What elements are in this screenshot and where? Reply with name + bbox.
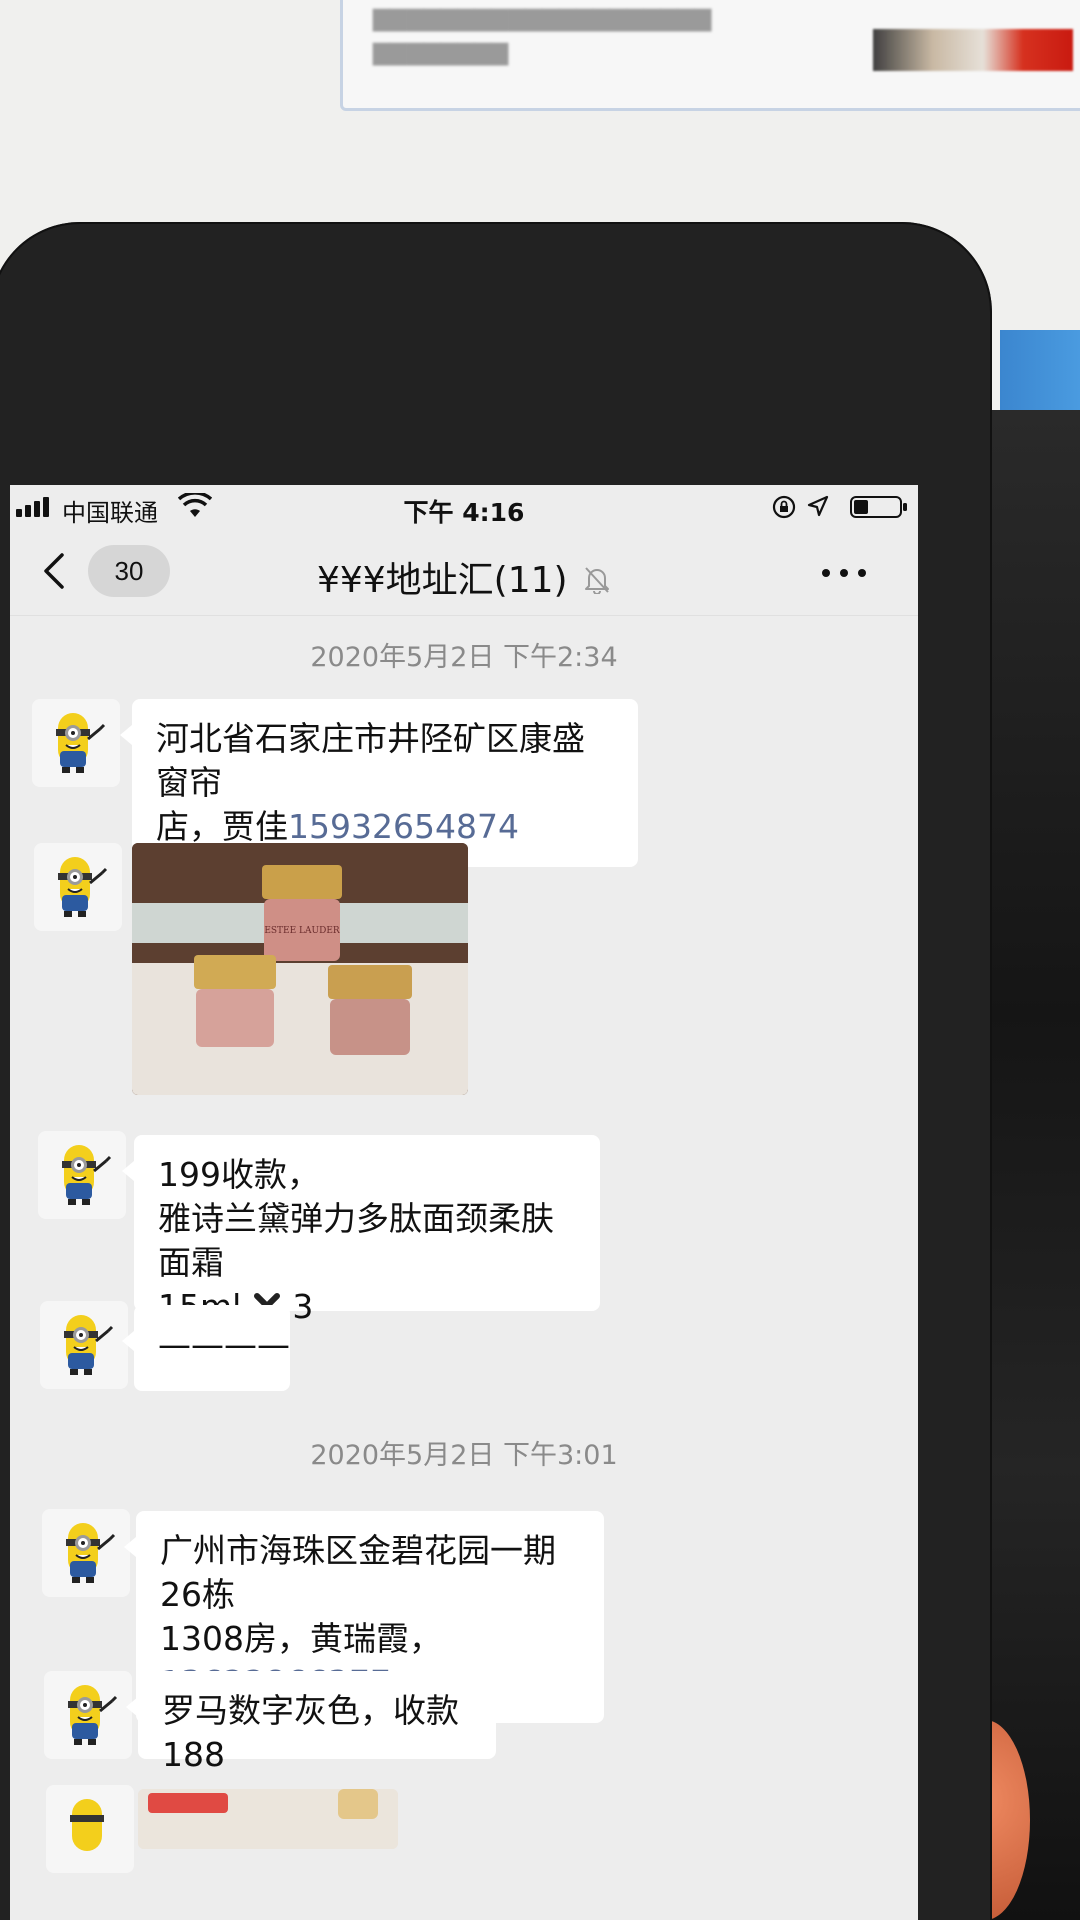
message-line: 199收款，: [158, 1155, 320, 1194]
message-text: 店，贾佳: [156, 807, 288, 846]
monitor-thumbnail: [873, 29, 1073, 71]
location-arrow-icon: [807, 495, 829, 517]
avatar[interactable]: [34, 843, 122, 931]
avatar[interactable]: [38, 1131, 126, 1219]
message-bubble[interactable]: 199收款， 雅诗兰黛弹力多肽面颈柔肤面霜 15ml 3: [122, 1135, 600, 1326]
dot-icon: [840, 569, 848, 577]
chat-title-text: ¥¥¥地址汇(11): [316, 560, 568, 601]
product-photo: ESTEE LAUDER: [132, 843, 468, 1095]
avatar[interactable]: [42, 1509, 130, 1597]
avatar[interactable]: [40, 1301, 128, 1389]
chat-nav-bar: 30 ¥¥¥地址汇(11): [10, 529, 918, 616]
phone-number-link[interactable]: 15932654874: [288, 807, 519, 846]
image-message[interactable]: ESTEE LAUDER: [132, 843, 468, 1095]
minion-avatar-icon: [38, 1131, 126, 1219]
mute-bell-icon: [585, 567, 610, 594]
monitor-news-card: ▇▇▇▇▇▇▇▇▇▇▇▇▇▇▇▇▇▇▇▇ ▇▇▇▇▇▇▇▇: [340, 0, 1080, 111]
battery-icon: [850, 496, 907, 518]
jar-brand-text: ESTEE LAUDER: [264, 926, 340, 936]
avatar[interactable]: [32, 699, 120, 787]
message-timestamp: 2020年5月2日 下午3:01: [310, 1440, 618, 1471]
message-line: 广州市海珠区金碧花园一期26栋: [160, 1531, 556, 1614]
minion-avatar-icon: [46, 1785, 134, 1873]
message-line: 雅诗兰黛弹力多肽面颈柔肤面霜: [158, 1199, 554, 1282]
minion-avatar-icon: [44, 1671, 132, 1759]
message-text: 1308房，黄瑞霞，: [160, 1619, 442, 1658]
message-text: 3: [292, 1287, 314, 1326]
message-bubble[interactable]: 罗马数字灰色，收款188: [126, 1671, 496, 1774]
message-line: 河北省石家庄市井陉矿区康盛窗帘: [156, 719, 585, 802]
message-line: ————: [158, 1325, 290, 1364]
message-bubble[interactable]: ————: [122, 1305, 290, 1391]
minion-avatar-icon: [42, 1509, 130, 1597]
status-bar: 中国联通 下午 4:16: [10, 485, 918, 529]
more-options-button[interactable]: [818, 555, 874, 591]
phone-screen: 中国联通 下午 4:16 30 ¥¥¥地址汇(11) 2020年5月2日 下午2…: [10, 485, 918, 1920]
avatar[interactable]: [46, 1785, 134, 1873]
avatar[interactable]: [44, 1671, 132, 1759]
minion-avatar-icon: [32, 699, 120, 787]
product-photo: [138, 1789, 398, 1849]
monitor-blue-edge: [1000, 330, 1080, 410]
background-scenery: [980, 410, 1080, 1920]
dot-icon: [822, 569, 830, 577]
minion-avatar-icon: [34, 843, 122, 931]
message-bubble[interactable]: 河北省石家庄市井陉矿区康盛窗帘 店，贾佳15932654874: [120, 699, 638, 867]
monitor-blurred-text: ▇▇▇▇▇▇▇▇▇▇▇▇▇▇▇▇▇▇▇▇ ▇▇▇▇▇▇▇▇: [373, 7, 712, 66]
message-line: 罗马数字灰色，收款188: [162, 1691, 459, 1774]
message-timestamp: 2020年5月2日 下午2:34: [310, 642, 618, 673]
minion-avatar-icon: [40, 1301, 128, 1389]
chat-title[interactable]: ¥¥¥地址汇(11): [10, 551, 918, 603]
image-message[interactable]: [138, 1789, 398, 1849]
rotation-lock-icon: [772, 495, 796, 519]
status-right-group: [748, 493, 908, 521]
dot-icon: [858, 569, 866, 577]
